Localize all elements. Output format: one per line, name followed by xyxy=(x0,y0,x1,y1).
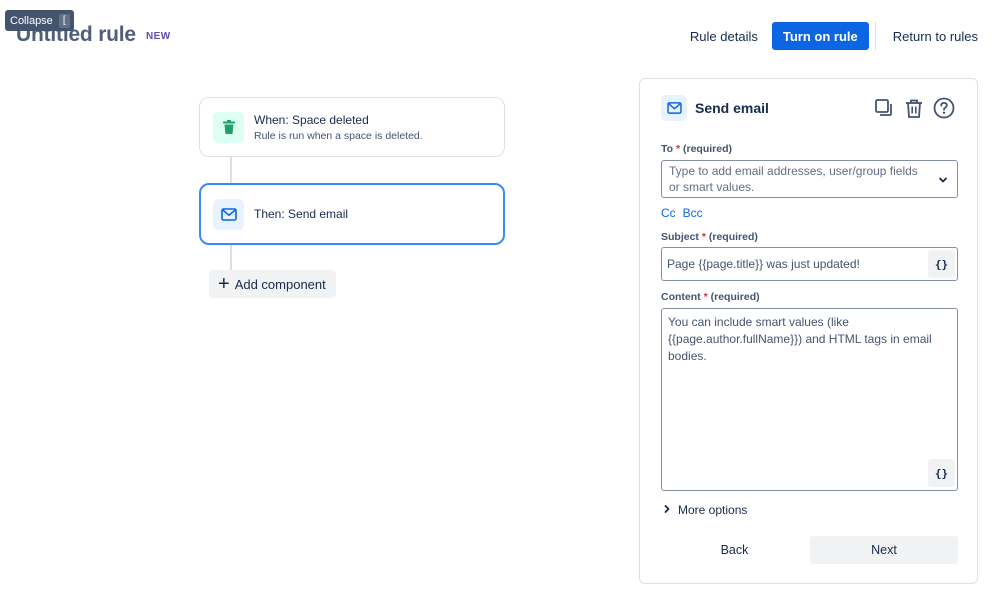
to-placeholder: Type to add email addresses, user/group … xyxy=(669,164,918,194)
email-icon xyxy=(213,198,244,230)
to-required-text: (required) xyxy=(683,143,733,155)
next-button[interactable]: Next xyxy=(810,536,958,564)
cc-link[interactable]: Cc xyxy=(661,206,676,220)
trigger-step-card[interactable]: When: Space deleted Rule is run when a s… xyxy=(199,97,505,157)
more-options-label: More options xyxy=(678,503,748,517)
content-placeholder: You can include smart values (like {{pag… xyxy=(668,315,932,363)
cc-bcc-row: Cc Bcc xyxy=(661,206,703,220)
action-step-title: Then: Send email xyxy=(254,207,349,221)
content-required-text: (required) xyxy=(710,291,760,303)
trigger-step-text: When: Space deleted Rule is run when a s… xyxy=(254,113,423,142)
panel-actions xyxy=(872,96,956,120)
flow-connector xyxy=(230,244,232,271)
panel-title: Send email xyxy=(695,100,769,116)
subject-required-text: (required) xyxy=(708,231,758,243)
top-actions: Rule details Turn on rule Return to rule… xyxy=(680,22,988,50)
new-badge: NEW xyxy=(146,31,171,42)
required-asterisk: * xyxy=(701,231,706,243)
subject-value: Page {{page.title}} was just updated! xyxy=(667,257,860,271)
add-component-button[interactable]: + Add component xyxy=(209,270,336,298)
subject-field-label: Subject * (required) xyxy=(661,231,758,243)
add-component-label: Add component xyxy=(234,276,326,292)
subject-smart-value-button[interactable]: {} xyxy=(928,250,955,278)
subject-label-text: Subject xyxy=(661,231,699,243)
return-to-rules-button[interactable]: Return to rules xyxy=(883,22,988,50)
content-textarea[interactable]: You can include smart values (like {{pag… xyxy=(661,308,958,491)
trigger-step-description: Rule is run when a space is deleted. xyxy=(254,129,423,142)
delete-icon[interactable] xyxy=(902,96,926,120)
bcc-link[interactable]: Bcc xyxy=(683,206,703,220)
turn-on-rule-button[interactable]: Turn on rule xyxy=(771,22,869,50)
send-email-panel: Send email To * (required) Type to add e… xyxy=(639,78,978,584)
flow-connector xyxy=(230,157,232,184)
trash-icon xyxy=(213,111,244,143)
chevron-right-icon xyxy=(663,503,671,517)
tooltip-shortcut: [ xyxy=(58,13,70,28)
to-recipients-select[interactable]: Type to add email addresses, user/group … xyxy=(661,160,958,198)
email-icon xyxy=(661,95,687,121)
duplicate-icon[interactable] xyxy=(872,96,896,120)
to-field-label: To * (required) xyxy=(661,143,732,155)
divider xyxy=(874,22,876,50)
action-step-card[interactable]: Then: Send email xyxy=(199,183,505,245)
tooltip-label: Collapse xyxy=(10,14,53,27)
help-icon[interactable] xyxy=(932,96,956,120)
trigger-step-title: When: Space deleted xyxy=(254,112,369,127)
required-asterisk: * xyxy=(703,291,708,303)
to-label-text: To xyxy=(661,143,674,155)
content-smart-value-button[interactable]: {} xyxy=(928,459,955,487)
more-options-toggle[interactable]: More options xyxy=(663,503,747,517)
content-label-text: Content xyxy=(661,291,701,303)
rule-details-button[interactable]: Rule details xyxy=(680,22,768,50)
back-button[interactable]: Back xyxy=(661,536,808,564)
required-asterisk: * xyxy=(675,143,681,155)
subject-input[interactable]: Page {{page.title}} was just updated! xyxy=(661,247,958,281)
content-field-label: Content * (required) xyxy=(661,291,760,303)
chevron-down-icon xyxy=(938,173,948,189)
panel-header: Send email xyxy=(661,95,956,121)
plus-icon: + xyxy=(218,273,230,295)
collapse-tooltip: Collapse [ xyxy=(5,10,74,31)
